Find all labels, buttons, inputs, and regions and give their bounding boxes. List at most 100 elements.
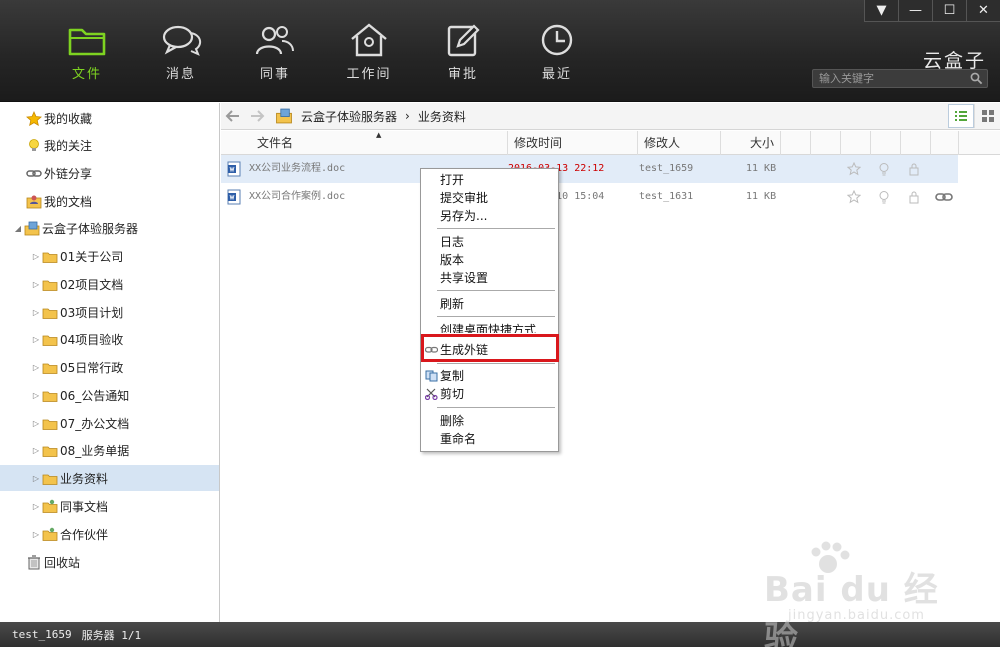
column-header-modified[interactable]: 修改时间 [508, 131, 638, 155]
search-input[interactable] [819, 72, 969, 85]
table-row[interactable]: XX公司业务流程.doc 2016-03-13 22:12 test_1659 … [221, 155, 958, 183]
path-toolbar: 云盒子体验服务器 › 业务资料 [221, 103, 1000, 130]
sidebar-item-follows[interactable]: 我的关注 [0, 132, 219, 158]
nav-colleagues[interactable]: 同事 [228, 22, 322, 84]
sidebar-item-label: 回收站 [44, 555, 81, 570]
menu-item-log[interactable]: 日志 [421, 233, 558, 251]
sidebar-item-label: 01关于公司 [60, 249, 124, 264]
close-button[interactable]: ✕ [966, 0, 1000, 22]
sidebar-item-label: 业务资料 [60, 471, 109, 486]
tree-expanded-arrow-icon[interactable]: ◢ [12, 222, 24, 234]
star-outline-icon[interactable] [847, 190, 861, 204]
sidebar-item-server[interactable]: ◢ 云盒子体验服务器 [0, 215, 219, 241]
star-outline-icon[interactable] [847, 162, 861, 176]
menu-item-submit-approval[interactable]: 提交审批 [421, 189, 558, 207]
bulb-outline-icon[interactable] [877, 190, 891, 204]
sidebar-item-link-share[interactable]: 外链分享 [0, 160, 219, 186]
tree-collapsed-arrow-icon[interactable]: ▷ [30, 250, 42, 262]
file-modified-user: test_1659 [639, 163, 694, 174]
menu-item-delete[interactable]: 删除 [421, 412, 558, 430]
status-server: 服务器 1/1 [81, 628, 142, 642]
sidebar-item-folder-06[interactable]: ▷ 06_公告通知 [0, 382, 219, 408]
folder-icon [42, 446, 58, 457]
folder-icon [68, 28, 106, 56]
scissors-icon [425, 388, 438, 400]
nav-recent[interactable]: 最近 [510, 22, 604, 84]
menu-separator [437, 228, 555, 229]
trash-icon [28, 554, 40, 569]
tree-collapsed-arrow-icon[interactable]: ▷ [30, 333, 42, 345]
sidebar-item-recycle-bin[interactable]: 回收站 [0, 549, 219, 575]
menu-item-save-as[interactable]: 另存为... [421, 207, 558, 225]
sidebar-item-folder-08[interactable]: ▷ 08_业务单据 [0, 437, 219, 463]
menu-item-open[interactable]: 打开 [421, 171, 558, 189]
tree-collapsed-arrow-icon[interactable]: ▷ [30, 528, 42, 540]
sort-asc-icon: ▲ [376, 131, 382, 139]
forward-button[interactable] [245, 105, 269, 127]
minimize-button[interactable]: — [898, 0, 932, 22]
folder-icon [42, 474, 58, 485]
column-header-follow [841, 131, 871, 155]
sidebar-item-label: 08_业务单据 [60, 443, 130, 458]
tree-collapsed-arrow-icon[interactable]: ▷ [30, 389, 42, 401]
file-size: 11 KB [746, 191, 777, 202]
sidebar-item-folder-04[interactable]: ▷ 04项目验收 [0, 326, 219, 352]
nav-label: 审批 [447, 67, 478, 82]
tree-collapsed-arrow-icon[interactable]: ▷ [30, 472, 42, 484]
nav-messages[interactable]: 消息 [134, 22, 228, 84]
sidebar-item-colleague-docs[interactable]: ▷ 同事文档 [0, 493, 219, 519]
menu-item-create-shortcut[interactable]: 创建桌面快捷方式 [421, 321, 558, 333]
nav-files[interactable]: 文件 [40, 22, 134, 84]
sidebar-item-partners[interactable]: ▷ 合作伙伴 [0, 521, 219, 547]
maximize-button[interactable]: ☐ [932, 0, 966, 22]
file-name: XX公司业务流程.doc [249, 163, 346, 174]
sidebar-item-folder-07[interactable]: ▷ 07_办公文档 [0, 410, 219, 436]
breadcrumb-item[interactable]: 云盒子体验服务器 [301, 108, 397, 125]
lock-outline-icon[interactable] [907, 162, 921, 176]
nav-label: 文件 [71, 67, 102, 82]
column-header-extra [781, 131, 811, 155]
sidebar-item-favorites[interactable]: 我的收藏 [0, 105, 219, 131]
tree-collapsed-arrow-icon[interactable]: ▷ [30, 500, 42, 512]
tree-collapsed-arrow-icon[interactable]: ▷ [30, 361, 42, 373]
tree-collapsed-arrow-icon[interactable]: ▷ [30, 278, 42, 290]
tree-collapsed-arrow-icon[interactable]: ▷ [30, 306, 42, 318]
grid-view-button[interactable] [974, 104, 1000, 128]
lock-outline-icon[interactable] [907, 190, 921, 204]
dropdown-button[interactable]: ▼ [864, 0, 898, 22]
breadcrumb-item[interactable]: 业务资料 [418, 108, 466, 125]
column-header-size[interactable]: 大小 [721, 131, 781, 155]
menu-item-refresh[interactable]: 刷新 [421, 295, 558, 313]
sidebar-item-folder-02[interactable]: ▷ 02项目文档 [0, 271, 219, 297]
view-switcher [948, 104, 1000, 128]
sidebar-item-folder-01[interactable]: ▷ 01关于公司 [0, 243, 219, 269]
back-button[interactable] [221, 105, 245, 127]
bulb-outline-icon[interactable] [877, 162, 891, 176]
menu-item-version[interactable]: 版本 [421, 251, 558, 269]
arrow-left-icon [225, 110, 239, 122]
menu-item-copy[interactable]: 复制 [421, 367, 558, 385]
user-folder-icon [26, 195, 42, 208]
menu-item-cut[interactable]: 剪切 [421, 385, 558, 403]
link-icon [26, 169, 42, 177]
nav-workspace[interactable]: 工作间 [322, 22, 416, 84]
sidebar-item-business-data[interactable]: ▷ 业务资料 [0, 465, 219, 491]
menu-item-rename[interactable]: 重命名 [421, 430, 558, 448]
list-view-button[interactable] [948, 104, 974, 128]
sidebar-item-label: 同事文档 [60, 499, 109, 514]
column-header-end [931, 131, 959, 155]
sidebar-item-my-docs[interactable]: 我的文档 [0, 188, 219, 214]
tree-collapsed-arrow-icon[interactable]: ▷ [30, 417, 42, 429]
link-icon[interactable] [935, 190, 953, 204]
table-row[interactable]: XX公司合作案例.doc 2016-03-10 15:04 test_1631 … [221, 183, 958, 211]
breadcrumb-separator: › [405, 109, 410, 123]
search-icon[interactable] [970, 72, 983, 85]
chat-icon [162, 25, 202, 56]
sidebar-item-folder-05[interactable]: ▷ 05日常行政 [0, 354, 219, 380]
tree-collapsed-arrow-icon[interactable]: ▷ [30, 444, 42, 456]
column-header-user[interactable]: 修改人 [638, 131, 721, 155]
star-icon [26, 110, 42, 126]
menu-item-share-settings[interactable]: 共享设置 [421, 269, 558, 287]
sidebar-item-folder-03[interactable]: ▷ 03项目计划 [0, 299, 219, 325]
nav-approval[interactable]: 审批 [416, 22, 510, 84]
